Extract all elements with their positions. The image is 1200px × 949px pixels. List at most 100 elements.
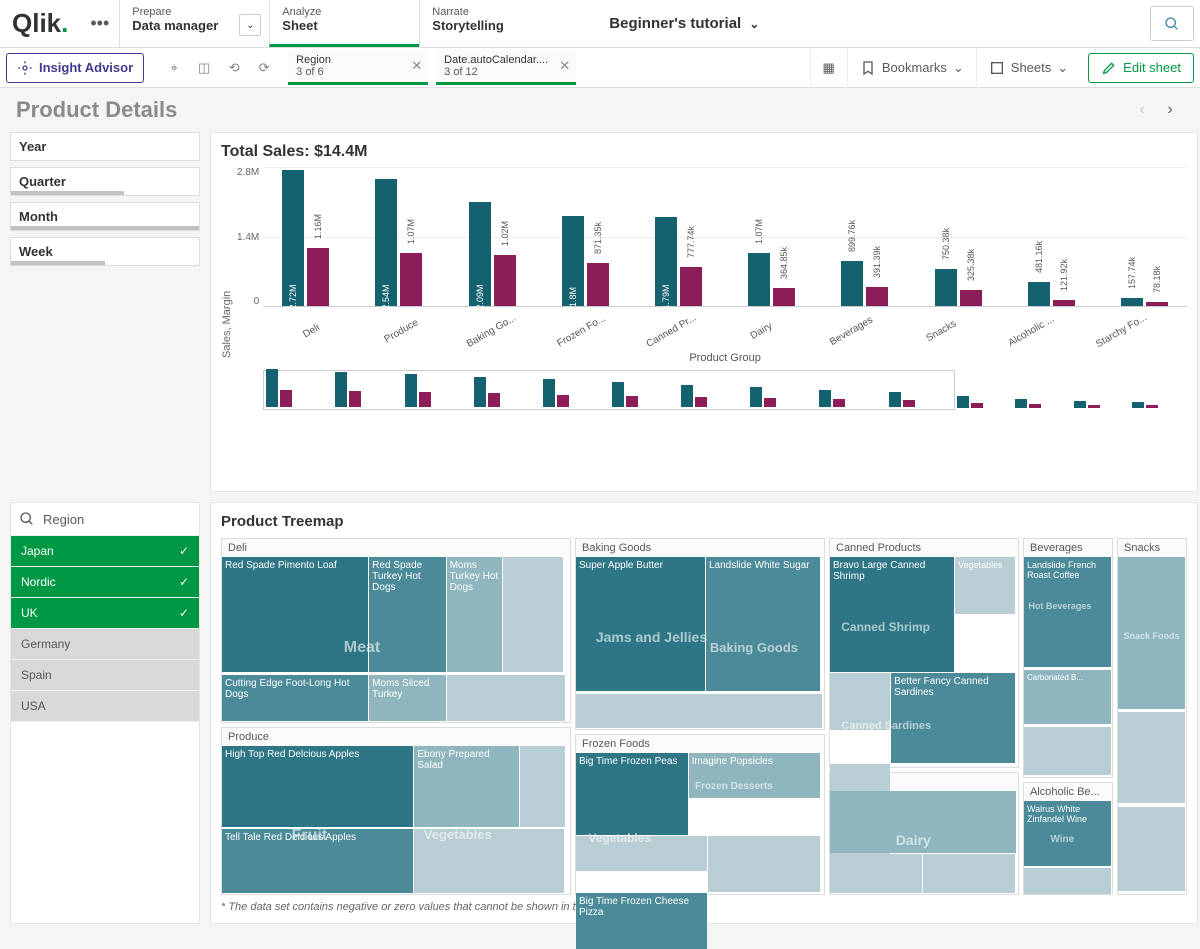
bar-group[interactable]: 157.74k78.18k — [1108, 298, 1181, 306]
nav-prepare[interactable]: Prepare Data manager ⌄ — [119, 0, 269, 47]
bar-sales[interactable]: 157.74k — [1121, 298, 1143, 306]
close-icon[interactable]: ✕ — [559, 58, 570, 74]
tm-cell[interactable] — [414, 829, 564, 893]
filter-year[interactable]: Year — [10, 132, 200, 161]
bar-margin[interactable]: 391.39k — [866, 287, 888, 307]
bar-sales[interactable]: 899.76k — [841, 261, 863, 306]
tm-cell[interactable]: Big Time Frozen Peas — [576, 753, 688, 835]
bar-sales[interactable]: 750.38k — [935, 269, 957, 307]
tm-cell[interactable]: High Top Red Delcious Apples — [222, 746, 413, 828]
step-back-icon[interactable]: ⟲ — [224, 60, 244, 76]
bar-group[interactable]: 1.07M364.85k — [735, 253, 808, 307]
tm-cell[interactable]: Walrus White Zinfandel Wine — [1024, 801, 1111, 866]
bar-group[interactable]: 750.38k325.38k — [921, 269, 994, 307]
tm-cell[interactable] — [830, 673, 890, 730]
search-button[interactable] — [1150, 6, 1194, 41]
bar-sales[interactable]: 2.09M — [469, 202, 491, 307]
region-item[interactable]: Nordic✓ — [11, 567, 199, 598]
bar-group[interactable]: 481.16k121.92k — [1015, 282, 1088, 306]
bar-margin[interactable]: 1.07M — [400, 253, 422, 307]
region-item[interactable]: Spain — [11, 660, 199, 691]
bookmarks-button[interactable]: Bookmarks ⌄ — [847, 48, 976, 88]
tm-group-canned[interactable]: Canned Products Bravo Large Canned Shrim… — [829, 538, 1019, 768]
tm-cell[interactable] — [576, 836, 707, 871]
filter-week[interactable]: Week — [10, 237, 200, 266]
tm-cell[interactable] — [503, 557, 562, 672]
bar-margin[interactable]: 78.18k — [1146, 302, 1168, 306]
tm-cell[interactable]: Moms Turkey Hot Dogs — [447, 557, 503, 672]
bar-sales[interactable]: 1.8M — [562, 216, 584, 306]
bar-group[interactable]: 899.76k391.39k — [828, 261, 901, 306]
bar-sales[interactable]: 1.79M — [655, 217, 677, 307]
tm-cell[interactable] — [447, 675, 565, 721]
selection-date[interactable]: Date.autoCalendar.... 3 of 12 ✕ — [436, 50, 576, 85]
sheets-button[interactable]: Sheets ⌄ — [976, 48, 1080, 88]
tm-cell[interactable] — [708, 836, 820, 892]
tm-cell[interactable]: Red Spade Pimento Loaf — [222, 557, 368, 672]
bar-sales[interactable]: 2.54M — [375, 179, 397, 306]
tm-cell[interactable]: Carbonated B... — [1024, 670, 1111, 725]
edit-sheet-button[interactable]: Edit sheet — [1088, 53, 1194, 83]
bar-margin[interactable]: 871.35k — [587, 263, 609, 307]
insight-advisor-button[interactable]: Insight Advisor — [6, 53, 144, 83]
region-item[interactable]: Japan✓ — [11, 536, 199, 567]
tm-cell[interactable] — [923, 854, 1015, 893]
bar-sales[interactable]: 2.72M — [282, 170, 304, 306]
tm-cell[interactable] — [1024, 868, 1111, 894]
mini-chart-scroll[interactable] — [263, 370, 954, 410]
nav-analyze[interactable]: Analyze Sheet — [269, 0, 419, 47]
region-item[interactable]: UK✓ — [11, 598, 199, 629]
bar-margin[interactable]: 1.16M — [307, 248, 329, 306]
region-item[interactable]: USA — [11, 691, 199, 722]
tm-cell[interactable] — [576, 694, 822, 728]
bar-margin[interactable]: 325.38k — [960, 290, 982, 307]
filter-month[interactable]: Month — [10, 202, 200, 231]
bar-group[interactable]: 2.09M1.02M — [456, 202, 529, 307]
bar-group[interactable]: 2.72M1.16M — [269, 170, 342, 306]
tm-cell[interactable]: Red Spade Turkey Hot Dogs — [369, 557, 446, 672]
tm-cell[interactable]: Moms Sliced Turkey — [369, 675, 446, 721]
nav-narrate[interactable]: Narrate Storytelling — [419, 0, 569, 47]
tm-group-alcoholic[interactable]: Alcoholic Be... Walrus White Zinfandel W… — [1023, 782, 1113, 895]
tm-cell[interactable]: Bravo Large Canned Shrimp — [830, 557, 954, 672]
filter-quarter[interactable]: Quarter — [10, 167, 200, 196]
selections-tool-icon[interactable]: ◫ — [194, 60, 214, 76]
chevron-down-icon[interactable]: ⌄ — [239, 14, 261, 36]
tm-cell[interactable]: Imagine Popsicles — [689, 753, 820, 798]
bar-group[interactable]: 1.79M777.74k — [642, 217, 715, 307]
tm-cell[interactable] — [1118, 807, 1185, 891]
total-sales-chart[interactable]: Total Sales: $14.4M Sales, Margin 2.8M1.… — [210, 132, 1198, 492]
tm-group-baking[interactable]: Baking Goods Super Apple Butter Landslid… — [575, 538, 825, 730]
close-icon[interactable]: ✕ — [411, 58, 422, 74]
tm-cell[interactable]: Big Time Frozen Cheese Pizza — [576, 893, 707, 949]
bar-margin[interactable]: 121.92k — [1053, 300, 1075, 306]
app-title-dropdown[interactable]: Beginner's tutorial⌄ — [569, 0, 1144, 47]
tm-cell[interactable]: Landslide White Sugar — [706, 557, 820, 691]
bar-sales[interactable]: 1.07M — [748, 253, 770, 307]
bar-margin[interactable]: 364.85k — [773, 288, 795, 306]
tm-cell[interactable]: Ebony Prepared Salad — [414, 746, 518, 828]
tm-group-dairy[interactable]: Dairy Dairy — [829, 772, 1019, 895]
tm-cell[interactable]: Cutting Edge Foot-Long Hot Dogs — [222, 675, 368, 721]
prev-sheet-button[interactable]: ‹ — [1128, 96, 1156, 124]
region-item[interactable]: Germany — [11, 629, 199, 660]
tm-cell[interactable]: Tell Tale Red Delcious Apples — [222, 829, 413, 893]
tm-group-deli[interactable]: Deli Red Spade Pimento Loaf Red Spade Tu… — [221, 538, 571, 723]
smart-search-icon[interactable]: ⌖ — [164, 60, 184, 76]
step-forward-icon[interactable]: ⟳ — [254, 60, 274, 76]
region-header[interactable]: Region — [11, 503, 199, 536]
tm-group-frozen[interactable]: Frozen Foods Big Time Frozen Peas Imagin… — [575, 734, 825, 895]
mini-chart-overflow[interactable] — [955, 370, 1187, 410]
tm-cell[interactable]: Vegetables — [955, 557, 1015, 614]
product-treemap[interactable]: Product Treemap Deli Red Spade Pimento L… — [210, 502, 1198, 924]
tm-group-produce[interactable]: Produce High Top Red Delcious Apples Ebo… — [221, 727, 571, 895]
bar-sales[interactable]: 481.16k — [1028, 282, 1050, 306]
tm-cell[interactable] — [1024, 727, 1111, 775]
tm-cell[interactable] — [1118, 557, 1185, 709]
tm-group-snacks[interactable]: Snacks Snack Foods — [1117, 538, 1187, 895]
bar-group[interactable]: 1.8M871.35k — [549, 216, 622, 306]
next-sheet-button[interactable]: › — [1156, 96, 1184, 124]
tm-group-beverages[interactable]: Beverages Landslide French Roast Coffee … — [1023, 538, 1113, 778]
bar-group[interactable]: 2.54M1.07M — [362, 179, 435, 306]
tm-cell[interactable] — [830, 854, 922, 893]
